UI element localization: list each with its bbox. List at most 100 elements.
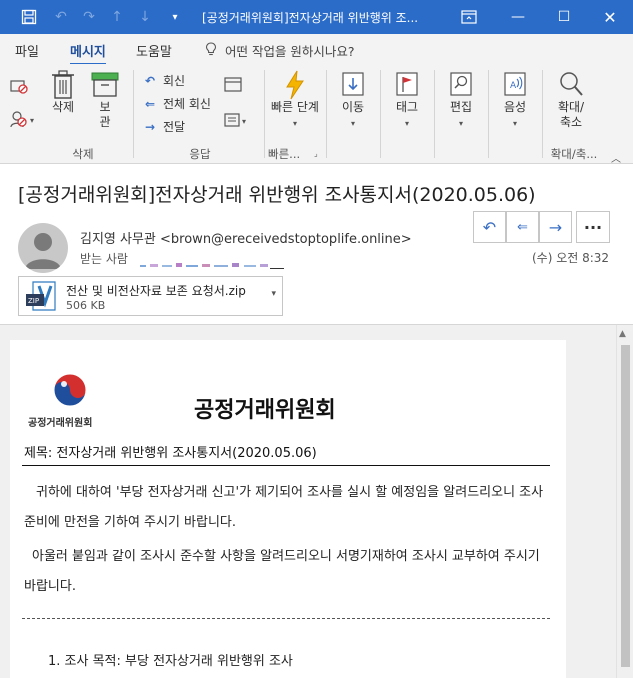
move-label: 이동 <box>341 100 365 114</box>
ribbon-display-options-icon[interactable] <box>458 7 480 27</box>
ribbon: ▾ 삭제 보관 삭제 ↶ 회신 ⇐ 전체 회신 → 전달 ▾ 응답 빠른 단계 ▾ 빠… <box>0 64 633 165</box>
tags-label: 태그 <box>395 100 419 114</box>
respond-group-label: 응답 <box>189 147 211 161</box>
zoom-label: 확대/축소 <box>557 100 585 129</box>
more-respond-icon[interactable]: ▾ <box>224 112 250 132</box>
speech-button[interactable]: A 음성 ▾ <box>496 70 534 131</box>
paragraph-2: 아울러 붙임과 같이 조사시 준수할 사항을 알려드리오니 서명기재하여 조사시… <box>24 549 540 594</box>
flag-icon <box>396 72 418 96</box>
message-subject: [공정거래위원회]전자상거래 위반행위 조사통지서(2020.05.06) <box>18 184 536 206</box>
meeting-icon[interactable] <box>224 76 242 96</box>
zip-file-icon: ZIP <box>25 281 57 311</box>
ignore-icon[interactable] <box>10 78 30 98</box>
save-icon[interactable] <box>18 7 40 27</box>
vertical-scrollbar[interactable]: ▲ <box>616 325 633 678</box>
trash-icon <box>52 70 74 99</box>
ribbon-separator <box>326 70 327 158</box>
message-body: 공정거래위원회 공정거래위원회 제목: 전자상거래 위반행위 조사통지서(202… <box>0 325 616 678</box>
archive-icon <box>91 72 119 97</box>
message-date: (수) 오전 8:32 <box>532 251 610 265</box>
undo-icon[interactable]: ↶ <box>50 7 72 27</box>
next-item-icon[interactable]: ↓ <box>134 7 156 27</box>
quick-steps-button[interactable]: 빠른 단계 ▾ <box>270 70 320 131</box>
tab-file[interactable]: 파일 <box>15 41 39 60</box>
forward-button[interactable]: → 전달 <box>145 118 185 135</box>
chevron-down-icon[interactable]: ▾ <box>271 289 276 299</box>
paragraph-1: 귀하에 대하여 '부당 전자상거래 신고'가 제기되어 조사를 실시 할 예정임… <box>24 485 544 530</box>
zoom-button[interactable]: 확대/축소 <box>550 70 592 130</box>
delete-label: 삭제 <box>51 100 75 114</box>
reply-button[interactable]: ↶ 회신 <box>145 72 185 89</box>
svg-text:A: A <box>510 81 517 91</box>
reply-all-icon: ⇐ <box>517 219 528 235</box>
more-icon: ··· <box>583 217 603 237</box>
redo-icon[interactable]: ↷ <box>78 7 100 27</box>
speech-label: 음성 <box>503 100 527 114</box>
window-title: [공정거래위원회]전자상거래 위반행위 조... <box>202 11 419 25</box>
read-aloud-icon: A <box>504 72 526 96</box>
junk-icon[interactable]: ▾ <box>10 110 38 132</box>
reply-all-icon: ⇐ <box>145 97 156 111</box>
zoom-group-label: 확대/축... <box>550 147 598 161</box>
recipients-redacted <box>140 255 285 269</box>
avatar <box>18 223 68 273</box>
lightning-icon <box>286 70 304 100</box>
quick-steps-label: 빠른 단계 <box>271 100 319 114</box>
org-title: 공정거래위원회 <box>194 398 336 423</box>
quick-steps-group-label: 빠른... <box>268 147 301 161</box>
reply-icon: ↶ <box>482 217 497 237</box>
more-actions-button[interactable]: ··· <box>576 211 610 243</box>
reply-all-button[interactable]: ⇐ 전체 회신 <box>145 95 211 112</box>
ribbon-separator <box>542 70 543 158</box>
scroll-thumb[interactable] <box>621 345 630 667</box>
person-icon <box>25 233 61 269</box>
collapse-ribbon-icon[interactable]: ︿ <box>611 150 621 165</box>
to-label: 받는 사람 <box>80 252 128 266</box>
editing-label: 편집 <box>449 100 473 114</box>
customize-toolbar-icon[interactable]: ▾ <box>164 7 186 27</box>
maximize-button[interactable]: ☐ <box>542 0 586 34</box>
archive-button[interactable]: 보관 <box>88 70 122 130</box>
svg-text:▾: ▾ <box>242 117 246 126</box>
sender[interactable]: 김지영 사무관 <brown@ereceivedstoptoplife.onli… <box>80 228 412 247</box>
attachment-name: 전산 및 비전산자료 보존 요청서.zip <box>66 284 246 298</box>
previous-item-icon[interactable]: ↑ <box>106 7 128 27</box>
lightbulb-icon <box>205 42 221 59</box>
search-icon <box>450 72 472 96</box>
tab-help[interactable]: 도움말 <box>136 41 172 60</box>
move-icon <box>342 72 364 96</box>
minimize-button[interactable]: — <box>496 0 540 34</box>
scroll-up-icon[interactable]: ▲ <box>619 329 626 339</box>
ribbon-separator <box>133 70 134 158</box>
divider-line <box>22 465 550 466</box>
notice-document: 공정거래위원회 공정거래위원회 제목: 전자상거래 위반행위 조사통지서(202… <box>10 340 566 678</box>
tell-me-search[interactable]: 어떤 작업을 원하시나요? <box>205 41 355 60</box>
editing-button[interactable]: 편집 ▾ <box>442 70 480 131</box>
ribbon-separator <box>488 70 489 158</box>
zoom-icon <box>560 72 583 96</box>
reply-all-button-header[interactable]: ⇐ <box>506 211 539 243</box>
tell-me-text: 어떤 작업을 원하시나요? <box>224 44 355 59</box>
tags-button[interactable]: 태그 ▾ <box>388 70 426 131</box>
attachment-card[interactable]: ZIP 전산 및 비전산자료 보존 요청서.zip 506 KB ▾ <box>18 276 283 316</box>
ribbon-separator <box>434 70 435 158</box>
forward-button-header[interactable]: → <box>539 211 572 243</box>
list-item: 1. 조사 목적: 부당 전자상거래 위반행위 조사 <box>48 654 293 669</box>
forward-icon: → <box>548 217 563 237</box>
ribbon-separator <box>380 70 381 158</box>
close-button[interactable]: ✕ <box>588 0 632 34</box>
delete-button[interactable]: 삭제 <box>47 70 79 115</box>
menu-bar: 파일 메시지 도움말 어떤 작업을 원하시나요? <box>0 34 633 66</box>
tab-message[interactable]: 메시지 <box>70 41 106 66</box>
dialog-launcher-icon[interactable]: ⌟ <box>314 149 318 158</box>
reply-icon: ↶ <box>145 74 156 88</box>
ribbon-separator <box>264 70 265 158</box>
title-bar: ↶ ↷ ↑ ↓ ▾ [공정거래위원회]전자상거래 위반행위 조... — ☐ ✕ <box>0 0 633 34</box>
logo-text: 공정거래위원회 <box>28 418 93 429</box>
document-subject: 제목: 전자상거래 위반행위 조사통지서(2020.05.06) <box>24 446 317 461</box>
move-button[interactable]: 이동 ▾ <box>334 70 372 131</box>
reply-button-header[interactable]: ↶ <box>473 211 506 243</box>
delete-group-label: 삭제 <box>72 147 94 161</box>
attachment-size: 506 KB <box>66 299 106 312</box>
archive-label: 보관 <box>99 100 111 129</box>
